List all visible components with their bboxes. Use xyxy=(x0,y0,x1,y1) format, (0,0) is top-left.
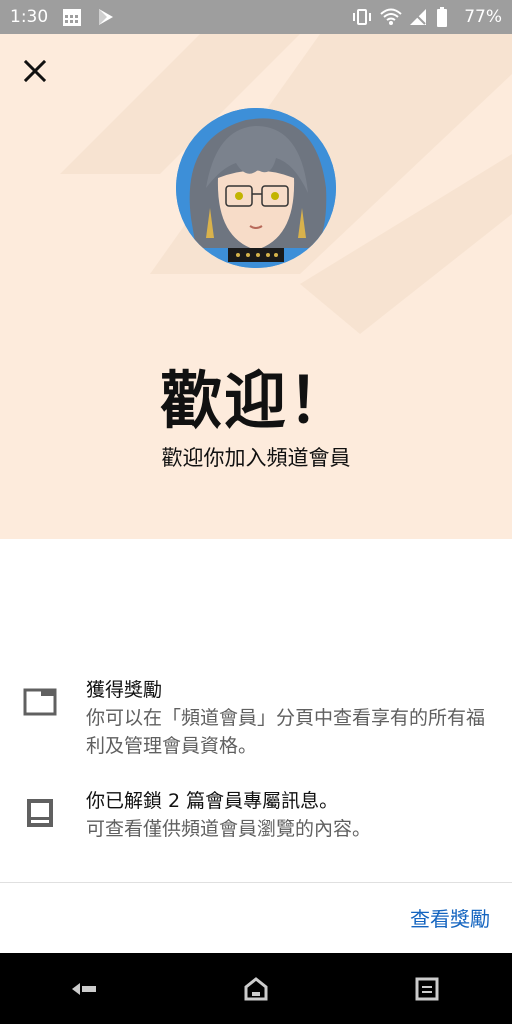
recents-button[interactable] xyxy=(397,964,457,1014)
recents-icon xyxy=(415,977,439,1000)
navigation-bar xyxy=(0,953,512,1024)
home-icon xyxy=(244,976,268,1000)
play-store-icon xyxy=(96,7,116,27)
battery-percentage: 77% xyxy=(464,7,502,27)
welcome-subtitle: 歡迎你加入頻道會員 xyxy=(161,446,351,470)
calendar-icon xyxy=(62,7,82,27)
benefit-title: 獲得獎勵 xyxy=(86,679,163,701)
back-button[interactable] xyxy=(55,964,115,1014)
channel-avatar xyxy=(176,108,336,268)
status-bar: 1:30 77% xyxy=(0,0,512,34)
wifi-icon xyxy=(380,7,402,27)
benefit-description: 你可以在「頻道會員」分頁中查看享有的所有福利及管理會員資格。 xyxy=(86,707,486,757)
back-icon xyxy=(72,982,97,995)
benefit-description: 可查看僅供頻道會員瀏覽的內容。 xyxy=(86,818,372,840)
view-rewards-button[interactable]: 查看獎勵 xyxy=(410,903,490,932)
battery-icon xyxy=(436,7,456,27)
close-button[interactable] xyxy=(18,54,52,88)
divider xyxy=(0,882,512,883)
status-time: 1:30 xyxy=(10,7,49,27)
window-icon xyxy=(22,684,58,720)
vibrate-icon xyxy=(352,7,372,27)
home-button[interactable] xyxy=(226,964,286,1014)
benefit-title: 你已解鎖 2 篇會員專屬訊息。 xyxy=(86,790,339,812)
welcome-title: 歡迎！ xyxy=(159,364,352,437)
message-icon xyxy=(22,795,58,831)
close-icon xyxy=(24,60,46,82)
welcome-header: 歡迎！ 歡迎你加入頻道會員 xyxy=(0,34,512,539)
no-signal-icon xyxy=(408,7,428,27)
